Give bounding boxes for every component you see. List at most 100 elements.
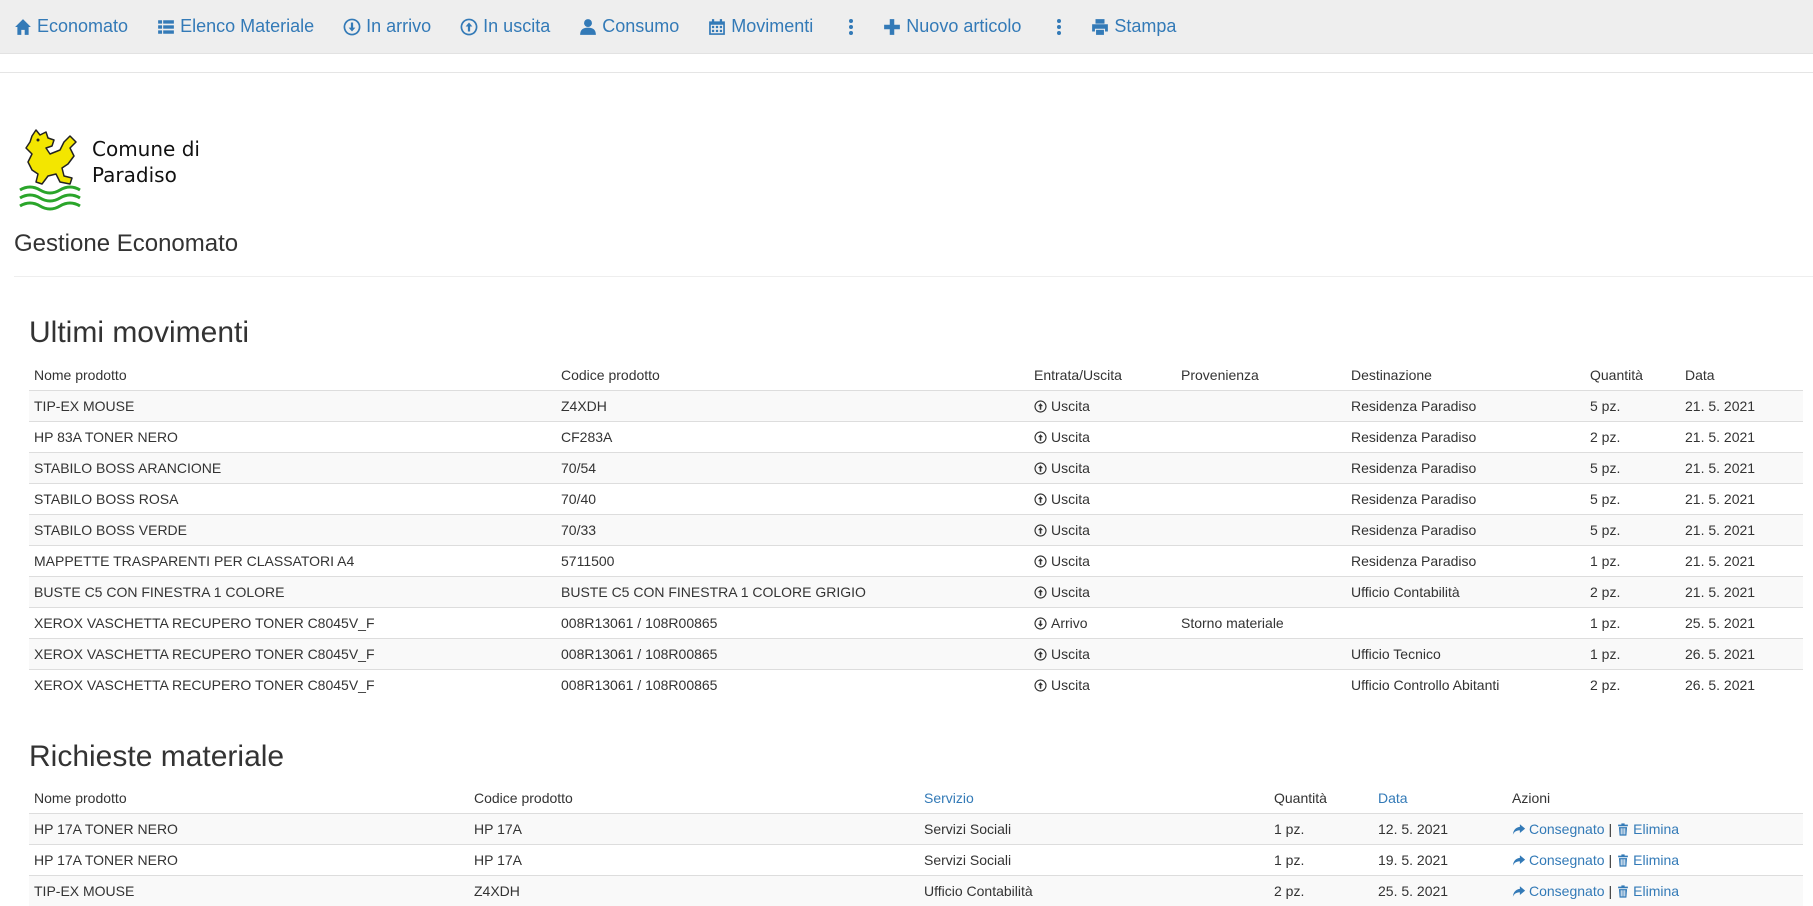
- delivered-link[interactable]: Consegnato: [1512, 883, 1605, 899]
- destination: [1346, 607, 1585, 639]
- col-servizio-sort[interactable]: Servizio: [919, 783, 1269, 814]
- arrow-up-circle-icon: [1034, 493, 1047, 506]
- direction: Uscita: [1029, 390, 1176, 422]
- date: 25. 5. 2021: [1373, 875, 1507, 906]
- direction: Uscita: [1029, 421, 1176, 453]
- direction-label: Uscita: [1051, 584, 1090, 600]
- destination: Ufficio Contabilità: [1346, 576, 1585, 608]
- date: 21. 5. 2021: [1680, 421, 1803, 453]
- nav-in-arrivo-label: In arrivo: [366, 16, 432, 36]
- movement-row: STABILO BOSS ARANCIONE 70/54 Uscita Residen…: [29, 452, 1803, 484]
- nav-more-menu-2[interactable]: [1050, 18, 1062, 36]
- logo-text-line1: Comune di: [92, 137, 200, 161]
- product-code: 008R13061 / 108R00865: [556, 638, 1029, 670]
- direction-label: Uscita: [1051, 460, 1090, 476]
- arrow-up-circle-icon: [1034, 462, 1047, 475]
- quantity: 5 pz.: [1585, 452, 1680, 484]
- destination: Residenza Paradiso: [1346, 514, 1585, 546]
- destination: Ufficio Tecnico: [1346, 638, 1585, 670]
- quantity: 2 pz.: [1585, 421, 1680, 453]
- nav-consumo[interactable]: Consumo: [579, 16, 679, 37]
- date: 21. 5. 2021: [1680, 390, 1803, 422]
- col-provenienza: Provenienza: [1181, 367, 1259, 383]
- direction: Uscita: [1029, 576, 1176, 608]
- nav-in-arrivo[interactable]: In arrivo: [343, 16, 431, 37]
- product-name: STABILO BOSS ARANCIONE: [29, 452, 556, 484]
- requests-table: Nome prodotto Codice prodotto Servizio Q…: [29, 783, 1803, 906]
- product-name: BUSTE C5 CON FINESTRA 1 COLORE: [29, 576, 556, 608]
- col-nome-prodotto: Nome prodotto: [34, 367, 127, 383]
- direction: Uscita: [1029, 483, 1176, 515]
- quantity: 1 pz.: [1269, 813, 1373, 845]
- calendar-icon: [709, 18, 726, 35]
- product-name: HP 17A TONER NERO: [29, 813, 469, 845]
- nav-more-menu-1[interactable]: [842, 18, 854, 36]
- product-code: 70/54: [556, 452, 1029, 484]
- direction-label: Arrivo: [1051, 615, 1088, 631]
- list-icon: [158, 19, 174, 34]
- product-code: 70/40: [556, 483, 1029, 515]
- product-code: 5711500: [556, 545, 1029, 577]
- direction-label: Uscita: [1051, 677, 1090, 693]
- origin: [1176, 638, 1346, 670]
- delivered-link[interactable]: Consegnato: [1512, 852, 1605, 868]
- destination: Residenza Paradiso: [1346, 421, 1585, 453]
- requests-title: Richieste materiale: [29, 740, 285, 773]
- delete-label: Elimina: [1633, 821, 1680, 837]
- direction: Uscita: [1029, 452, 1176, 484]
- movement-row: STABILO BOSS VERDE 70/33 Uscita Residenza P…: [29, 514, 1803, 546]
- arrow-up-circle-icon: [1034, 679, 1047, 692]
- col-data-sort[interactable]: Data: [1373, 783, 1507, 814]
- nav-movimenti[interactable]: Movimenti: [708, 16, 813, 37]
- lion-crest-icon: [19, 129, 81, 211]
- origin: [1176, 390, 1346, 422]
- product-code: BUSTE C5 CON FINESTRA 1 COLORE GRIGIO: [556, 576, 1029, 608]
- trash-icon: [1618, 885, 1629, 898]
- nav-elenco-materiale-label: Elenco Materiale: [180, 16, 315, 36]
- date: 19. 5. 2021: [1373, 844, 1507, 876]
- quantity: 2 pz.: [1585, 669, 1680, 700]
- direction-label: Uscita: [1051, 553, 1090, 569]
- service: Servizi Sociali: [919, 813, 1269, 845]
- product-code: 70/33: [556, 514, 1029, 546]
- delete-link[interactable]: Elimina: [1616, 883, 1679, 899]
- top-navbar: Economato Elenco Materiale In arrivo In …: [0, 0, 1813, 54]
- page-subtitle: Gestione Economato: [14, 230, 239, 257]
- quantity: 5 pz.: [1585, 390, 1680, 422]
- direction: Uscita: [1029, 669, 1176, 700]
- col-destinazione: Destinazione: [1351, 367, 1432, 383]
- nav-economato[interactable]: Economato: [14, 16, 128, 37]
- trash-icon: [1618, 854, 1629, 867]
- movement-row: XEROX VASCHETTA RECUPERO TONER C8045V_F 0…: [29, 607, 1803, 639]
- origin: [1176, 514, 1346, 546]
- origin: [1176, 669, 1346, 700]
- nav-nuovo-articolo-label: Nuovo articolo: [906, 16, 1022, 36]
- destination: Ufficio Controllo Abitanti: [1346, 669, 1585, 700]
- delete-link[interactable]: Elimina: [1616, 821, 1679, 837]
- user-icon: [580, 18, 597, 35]
- plus-icon: [884, 18, 901, 35]
- col-codice-prodotto: Codice prodotto: [474, 790, 573, 806]
- delivered-link[interactable]: Consegnato: [1512, 821, 1605, 837]
- nav-consumo-label: Consumo: [602, 16, 680, 36]
- product-name: XEROX VASCHETTA RECUPERO TONER C8045V_F: [29, 607, 556, 639]
- nav-nuovo-articolo[interactable]: Nuovo articolo: [883, 16, 1021, 37]
- arrow-up-circle-icon: [1034, 648, 1047, 661]
- nav-elenco-materiale[interactable]: Elenco Materiale: [157, 16, 314, 37]
- delete-link[interactable]: Elimina: [1616, 852, 1679, 868]
- nav-in-uscita[interactable]: In uscita: [460, 16, 550, 37]
- col-entrata-uscita: Entrata/Uscita: [1034, 367, 1122, 383]
- movements-table: Nome prodotto Codice prodotto Entrata/Us…: [29, 360, 1803, 700]
- nav-stampa[interactable]: Stampa: [1091, 16, 1176, 37]
- col-quantita: Quantità: [1590, 367, 1643, 383]
- arrow-up-circle-icon: [460, 18, 478, 35]
- arrow-up-circle-icon: [1034, 586, 1047, 599]
- actions: Consegnato | Elimina: [1507, 844, 1803, 876]
- print-icon: [1092, 18, 1109, 35]
- quantity: 1 pz.: [1269, 844, 1373, 876]
- product-name: STABILO BOSS VERDE: [29, 514, 556, 546]
- logo-text: Comune di Paradiso: [92, 136, 200, 188]
- col-azioni: Azioni: [1512, 790, 1551, 806]
- col-nome-prodotto: Nome prodotto: [34, 790, 127, 806]
- quantity: 1 pz.: [1585, 545, 1680, 577]
